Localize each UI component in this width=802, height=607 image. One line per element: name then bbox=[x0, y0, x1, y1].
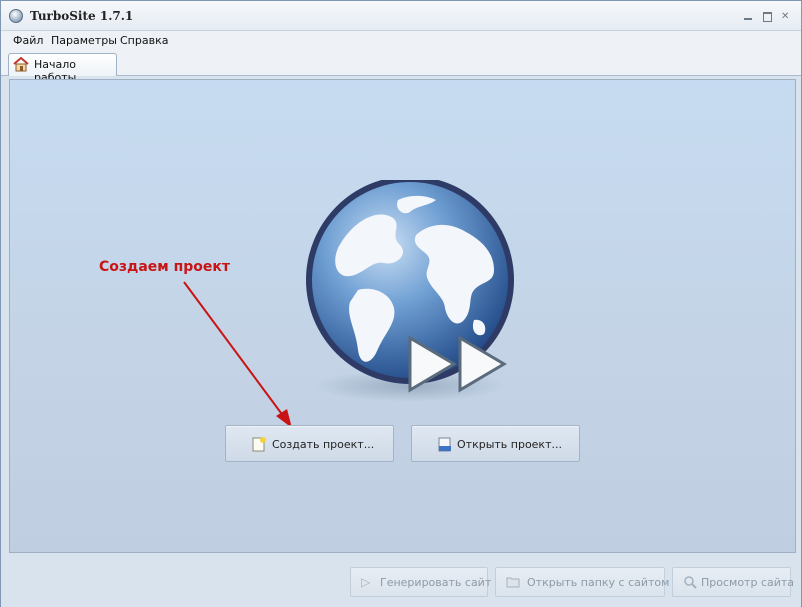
open-site-folder-button[interactable]: Открыть папку с сайтом bbox=[495, 567, 669, 597]
close-icon[interactable] bbox=[781, 11, 792, 22]
generate-site-button[interactable]: ▷ Генерировать сайт bbox=[350, 567, 492, 597]
create-project-label: Создать проект... bbox=[272, 438, 375, 451]
menu-help[interactable]: Справка bbox=[120, 34, 168, 47]
open-project-button[interactable]: Открыть проект... bbox=[411, 425, 580, 462]
annotation-text: Создаем проект bbox=[99, 259, 231, 275]
menu-bar: Файл Параметры Справка bbox=[1, 31, 801, 50]
minimize-icon[interactable] bbox=[743, 11, 754, 22]
app-icon bbox=[9, 9, 23, 23]
magnifier-icon bbox=[684, 576, 697, 589]
preview-site-label: Просмотр сайта bbox=[701, 576, 795, 589]
window-title: TurboSite 1.7.1 bbox=[30, 9, 134, 23]
preview-site-button[interactable]: Просмотр сайта bbox=[672, 567, 795, 597]
tab-start[interactable]: Начало работы bbox=[8, 53, 117, 84]
play-icon: ▷ bbox=[361, 575, 371, 589]
globe-logo-icon bbox=[306, 180, 514, 402]
app-window: TurboSite 1.7.1 Файл Параметры Справка Н… bbox=[0, 0, 802, 607]
generate-site-label: Генерировать сайт bbox=[380, 576, 492, 589]
open-site-folder-label: Открыть папку с сайтом bbox=[527, 576, 670, 589]
bottom-toolbar: ▷ Генерировать сайт Открыть папку с сайт… bbox=[1, 554, 801, 607]
maximize-icon[interactable] bbox=[762, 11, 773, 22]
open-document-icon bbox=[438, 437, 451, 452]
create-project-button[interactable]: Создать проект... bbox=[225, 425, 394, 462]
home-icon bbox=[13, 57, 29, 72]
folder-icon bbox=[506, 577, 520, 588]
new-document-icon bbox=[252, 437, 266, 452]
open-project-label: Открыть проект... bbox=[457, 438, 562, 451]
menu-settings[interactable]: Параметры bbox=[51, 34, 117, 47]
tab-strip: Начало работы bbox=[1, 50, 801, 84]
menu-file[interactable]: Файл bbox=[13, 34, 43, 47]
title-bar[interactable]: TurboSite 1.7.1 bbox=[1, 1, 801, 31]
start-page-panel: Создаем проект Создать проект... Открыть… bbox=[9, 79, 796, 553]
